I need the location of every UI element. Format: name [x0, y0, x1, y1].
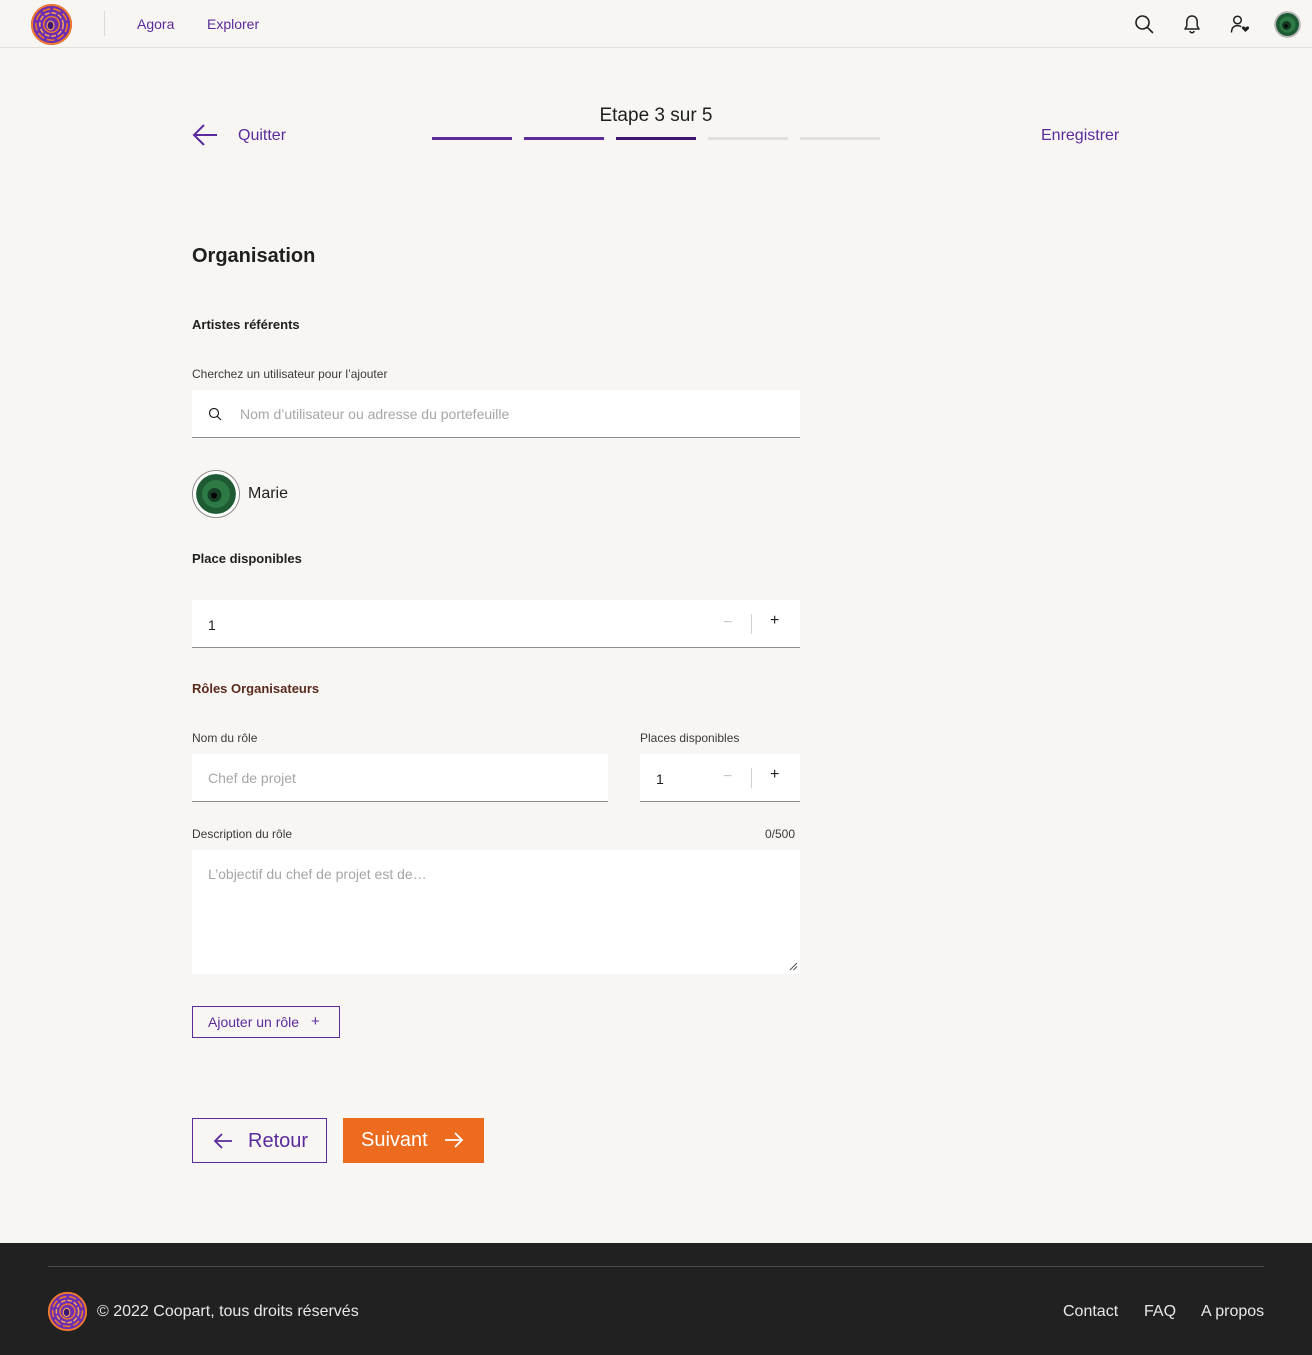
user-search-input[interactable]: [240, 390, 780, 437]
role-name-field: [192, 754, 608, 802]
places-decrement-button[interactable]: −: [723, 614, 732, 632]
nav-divider: [104, 11, 105, 36]
footer: © 2022 Coopart, tous droits réservés Con…: [0, 1243, 1312, 1355]
add-role-label: Ajouter un rôle: [208, 1014, 300, 1030]
footer-link-faq[interactable]: FAQ: [1144, 1303, 1176, 1321]
member-name: Marie: [248, 485, 289, 502]
role-name-label: Nom du rôle: [192, 731, 258, 745]
user-search-label: Cherchez un utilisateur pour l’ajouter: [192, 367, 388, 381]
role-description-textarea[interactable]: [208, 866, 788, 966]
arrow-left-icon: [213, 1133, 232, 1149]
step-bar-3: [616, 137, 696, 140]
back-button[interactable]: Retour: [192, 1118, 327, 1163]
artists-heading: Artistes référents: [192, 317, 300, 332]
back-button-label: Retour: [248, 1130, 309, 1152]
description-char-counter: 0/500: [765, 827, 796, 841]
places-value[interactable]: 1: [208, 617, 216, 633]
role-places-label: Places disponibles: [640, 731, 740, 745]
roles-heading: Rôles Organisateurs: [192, 681, 320, 696]
footer-divider: [48, 1266, 1264, 1267]
save-link[interactable]: Enregistrer: [1041, 127, 1119, 145]
user-search-field: [192, 390, 800, 438]
role-description-field: [192, 850, 800, 974]
footer-link-contact[interactable]: Contact: [1063, 1303, 1118, 1321]
nav-link-explorer[interactable]: Explorer: [207, 16, 259, 32]
footer-link-about[interactable]: A propos: [1201, 1303, 1264, 1321]
add-role-button[interactable]: Ajouter un rôle +: [192, 1006, 340, 1038]
member-avatar: [192, 470, 240, 518]
nav-link-agora[interactable]: Agora: [137, 16, 174, 32]
coopart-logo[interactable]: [30, 3, 73, 46]
step-bar-2: [524, 137, 604, 140]
coopart-logo[interactable]: [47, 1291, 88, 1332]
role-places-increment-button[interactable]: +: [770, 766, 779, 784]
resize-grip-icon[interactable]: [789, 962, 798, 971]
user-avatar[interactable]: [1274, 11, 1301, 38]
step-bar-5: [800, 137, 880, 140]
role-places-stepper: 1 − +: [640, 754, 800, 802]
role-name-input[interactable]: [208, 754, 598, 801]
copyright-text: © 2022 Coopart, tous droits réservés: [97, 1303, 359, 1320]
step-bar-4: [708, 137, 788, 140]
step-indicator-label: Etape 3 sur 5: [599, 105, 713, 126]
places-increment-button[interactable]: +: [770, 612, 779, 630]
search-icon: [208, 407, 222, 421]
role-places-value[interactable]: 1: [656, 771, 664, 787]
stepper-separator: [751, 614, 752, 634]
bell-icon[interactable]: [1180, 12, 1204, 36]
role-places-decrement-button[interactable]: −: [723, 768, 732, 786]
search-icon[interactable]: [1132, 12, 1156, 36]
places-stepper: 1 − +: [192, 600, 800, 648]
places-heading: Place disponibles: [192, 551, 302, 566]
arrow-left-icon[interactable]: [192, 123, 218, 147]
top-navigation-bar: Agora Explorer: [0, 0, 1312, 48]
plus-icon: +: [311, 1013, 320, 1030]
user-heart-icon[interactable]: [1228, 12, 1252, 36]
next-button[interactable]: Suivant: [343, 1118, 484, 1163]
quit-link[interactable]: Quitter: [238, 127, 286, 145]
next-button-label: Suivant: [361, 1129, 428, 1151]
section-title: Organisation: [192, 245, 316, 267]
stepper-separator: [751, 768, 752, 788]
role-description-label: Description du rôle: [192, 827, 293, 841]
step-bar-1: [432, 137, 512, 140]
arrow-right-icon: [445, 1132, 464, 1148]
